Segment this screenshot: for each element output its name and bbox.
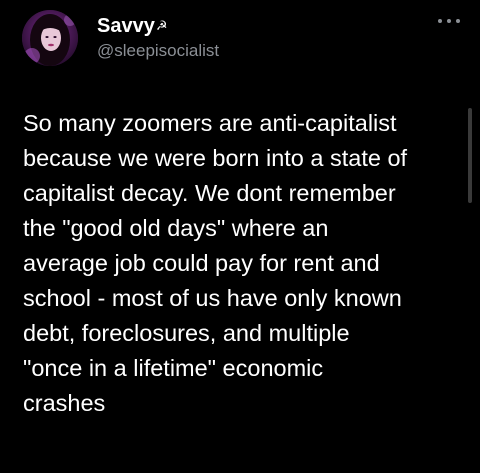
author-display-name[interactable]: Savvy bbox=[97, 14, 155, 38]
avatar-image bbox=[22, 10, 78, 66]
author-info: Savvy☭ @sleepisocialist bbox=[97, 14, 219, 62]
tweet-text-line: "once in a lifetime" economic bbox=[23, 355, 324, 381]
tweet-text: So many zoomers are anti-capitalist beca… bbox=[23, 106, 463, 421]
tweet-text-line: the "good old days" where an bbox=[23, 215, 329, 241]
tweet-text-line: crashes bbox=[23, 390, 106, 416]
more-horizontal-icon-dot bbox=[438, 19, 442, 23]
tweet-text-line: capitalist decay. We dont remember bbox=[23, 180, 396, 206]
more-options-button[interactable] bbox=[438, 14, 460, 28]
tweet-text-line: school - most of us have only known bbox=[23, 285, 402, 311]
more-horizontal-icon-dot bbox=[447, 19, 451, 23]
tweet-card: Savvy☭ @sleepisocialist So many zoomers … bbox=[0, 0, 480, 473]
avatar[interactable] bbox=[22, 10, 78, 66]
tweet-text-line: So many zoomers are anti-capitalist bbox=[23, 110, 397, 136]
tweet-text-line: average job could pay for rent and bbox=[23, 250, 380, 276]
scrollbar[interactable] bbox=[468, 108, 472, 203]
hammer-and-sickle-icon: ☭ bbox=[155, 18, 168, 33]
tweet-text-line: debt, foreclosures, and multiple bbox=[23, 320, 350, 346]
more-horizontal-icon-dot bbox=[456, 19, 460, 23]
tweet-text-line: because we were born into a state of bbox=[23, 145, 408, 171]
author-handle[interactable]: @sleepisocialist bbox=[97, 40, 219, 62]
